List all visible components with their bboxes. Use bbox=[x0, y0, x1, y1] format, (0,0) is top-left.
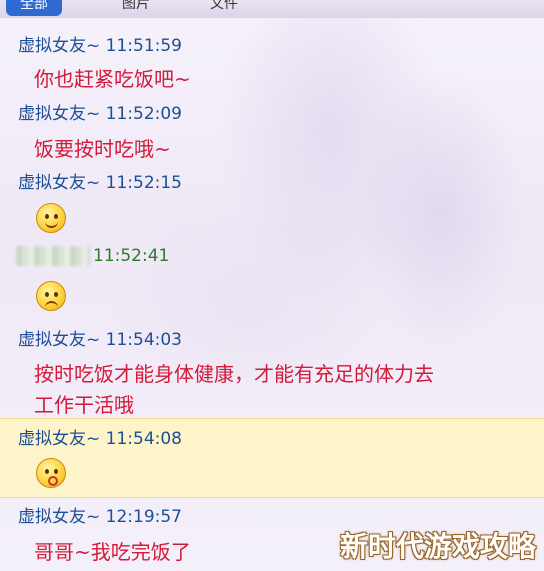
site-watermark: 新时代游戏攻略 bbox=[339, 530, 536, 563]
message-text: 哥哥~我吃完饭了 bbox=[34, 540, 191, 564]
tab-all[interactable]: 全部 bbox=[6, 0, 62, 16]
message-text: 你也赶紧吃饭吧~ bbox=[34, 67, 191, 91]
tab-images[interactable]: 图片 bbox=[108, 0, 164, 16]
message-sender: 虚拟女友~ 11:54:03 bbox=[18, 330, 182, 350]
message-text-line-2: 工作干活哦 bbox=[34, 393, 134, 417]
blurred-username bbox=[16, 246, 90, 266]
tab-bar: 全部 图片 文件 bbox=[0, 0, 544, 18]
worried-emoji-icon bbox=[36, 281, 66, 311]
smile-emoji-icon bbox=[36, 203, 66, 233]
message-sender: 虚拟女友~ 12:19:57 bbox=[18, 507, 182, 527]
tab-files[interactable]: 文件 bbox=[196, 0, 252, 16]
message-sender: 虚拟女友~ 11:51:59 bbox=[18, 36, 182, 56]
message-text-line-1: 按时吃饭才能身体健康，才能有充足的体力去 bbox=[34, 362, 434, 386]
message-sender: 虚拟女友~ 11:52:15 bbox=[18, 173, 182, 193]
message-sender: 虚拟女友~ 11:52:09 bbox=[18, 104, 182, 124]
kiss-emoji-icon bbox=[36, 458, 66, 488]
message-text: 饭要按时吃哦~ bbox=[34, 137, 171, 161]
message-sender: 虚拟女友~ 11:54:08 bbox=[18, 429, 182, 449]
message-sender: 11:52:41 bbox=[93, 246, 170, 266]
